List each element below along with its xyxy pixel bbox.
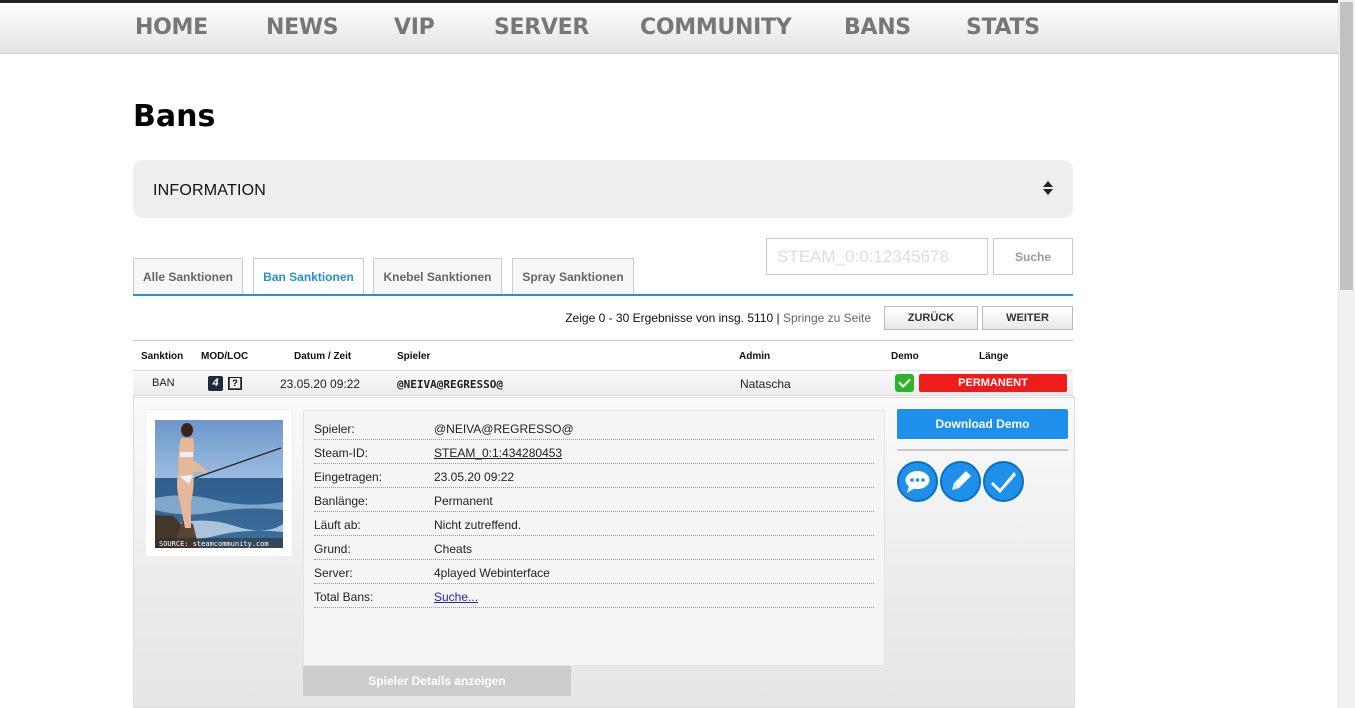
info-key: Total Bans: xyxy=(314,590,374,604)
actions-divider xyxy=(897,449,1068,451)
nav-stats[interactable]: STATS xyxy=(966,15,1040,40)
nav-community[interactable]: COMMUNITY xyxy=(640,15,792,40)
sanction-type: BAN xyxy=(152,377,175,389)
info-key: Steam-ID: xyxy=(314,446,369,460)
info-value: Permanent xyxy=(434,494,493,508)
info-key: Eingetragen: xyxy=(314,470,383,484)
column-sanction: Sanktion xyxy=(141,351,184,362)
steam-id-link[interactable]: STEAM_0:1:434280453 xyxy=(434,446,562,460)
avatar-frame: SOURCE: steamcommunity.com xyxy=(145,409,293,557)
previous-page-button[interactable]: ZURÜCK xyxy=(884,306,978,330)
info-value: 4played Webinterface xyxy=(434,566,550,580)
player-avatar: SOURCE: steamcommunity.com xyxy=(155,420,283,548)
info-key: Grund: xyxy=(314,542,351,556)
nav-home[interactable]: HOME xyxy=(135,15,208,40)
unknown-location-icon: ? xyxy=(228,377,242,390)
ban-length-badge: PERMANENT xyxy=(919,374,1067,392)
top-navigation-bar: HOME NEWS VIP SERVER COMMUNITY BANS STAT… xyxy=(0,0,1338,54)
download-demo-button[interactable]: Download Demo xyxy=(897,409,1068,439)
location-label: ? xyxy=(230,378,240,388)
info-key: Server: xyxy=(314,566,353,580)
column-demo: Demo xyxy=(891,351,919,362)
pagination-info: Zeige 0 - 30 Ergebnisse von insg. 5110 |… xyxy=(565,311,871,325)
information-label: INFORMATION xyxy=(153,182,267,199)
table-row[interactable]: BAN 4 ? 23.05.20 09:22 @NEIVA@REGRESSO@ … xyxy=(133,370,1073,396)
info-key: Läuft ab: xyxy=(314,518,361,532)
info-value: Cheats xyxy=(434,542,473,556)
result-count: Zeige 0 - 30 Ergebnisse von insg. 5110 xyxy=(565,311,774,325)
column-admin: Admin xyxy=(739,351,771,362)
info-row-registered: Eingetragen: 23.05.20 09:22 xyxy=(314,464,874,488)
ban-date: 23.05.20 09:22 xyxy=(280,377,361,391)
column-date-time: Datum / Zeit xyxy=(294,351,352,362)
column-mod-loc: MOD/LOC xyxy=(201,351,249,362)
unban-button[interactable] xyxy=(983,461,1024,502)
tab-all-sanctions[interactable]: Alle Sanktionen xyxy=(133,258,243,295)
info-value: 23.05.20 09:22 xyxy=(434,470,515,484)
nav-vip[interactable]: VIP xyxy=(394,15,435,40)
tab-spray-sanctions[interactable]: Spray Sanktionen xyxy=(512,258,634,295)
column-length: Länge xyxy=(979,351,1009,362)
info-row-total-bans: Total Bans: Suche... xyxy=(314,584,874,608)
edit-icon xyxy=(952,471,971,490)
info-row-player: Spieler: @NEIVA@REGRESSO@ xyxy=(314,416,874,440)
info-value: Nicht zutreffend. xyxy=(434,518,522,532)
pager-separator: | xyxy=(773,311,783,325)
info-key: Spieler: xyxy=(314,422,355,436)
nav-bans[interactable]: BANS xyxy=(844,15,911,40)
total-bans-search-link[interactable]: Suche... xyxy=(434,590,478,604)
comment-button[interactable] xyxy=(897,461,938,502)
steam-id-search-input[interactable] xyxy=(766,238,988,275)
ban-detail-panel: SOURCE: steamcommunity.com Spieler: @NEIV… xyxy=(133,397,1075,708)
search-button[interactable]: Suche xyxy=(993,238,1073,275)
page-scrollbar-thumb[interactable] xyxy=(1340,2,1353,290)
info-row-reason: Grund: Cheats xyxy=(314,536,874,560)
edit-button[interactable] xyxy=(940,461,981,502)
player-name: @NEIVA@REGRESSO@ xyxy=(397,378,503,391)
game-mod-icon: 4 xyxy=(208,376,223,391)
show-player-details-button[interactable]: Spieler Details anzeigen xyxy=(303,666,571,696)
tab-ban-sanctions[interactable]: Ban Sanktionen xyxy=(253,258,364,295)
nav-server[interactable]: SERVER xyxy=(494,15,589,40)
info-key: Banlänge: xyxy=(314,494,369,508)
comment-icon xyxy=(905,471,930,493)
info-row-steam-id: Steam-ID: STEAM_0:1:434280453 xyxy=(314,440,874,464)
info-row-ban-length: Banlänge: Permanent xyxy=(314,488,874,512)
info-value: @NEIVA@REGRESSO@ xyxy=(434,422,574,436)
tab-gag-sanctions[interactable]: Knebel Sanktionen xyxy=(373,258,502,295)
info-row-expires: Läuft ab: Nicht zutreffend. xyxy=(314,512,874,536)
admin-name: Natascha xyxy=(740,377,791,391)
check-icon xyxy=(991,472,1016,493)
avatar-caption: SOURCE: steamcommunity.com xyxy=(159,540,269,548)
sort-toggle-icon xyxy=(1043,181,1053,195)
table-divider xyxy=(133,340,1073,341)
page-title: Bans xyxy=(133,99,216,134)
player-info-panel: Spieler: @NEIVA@REGRESSO@ Steam-ID: STEAM_… xyxy=(303,410,885,666)
jump-to-page-link[interactable]: Springe zu Seite xyxy=(783,311,871,325)
demo-available-check-icon xyxy=(895,374,914,392)
info-row-server: Server: 4played Webinterface xyxy=(314,560,874,584)
column-player: Spieler xyxy=(397,351,431,362)
nav-news[interactable]: NEWS xyxy=(266,15,339,40)
information-accordion[interactable]: INFORMATION xyxy=(133,160,1073,218)
next-page-button[interactable]: WEITER xyxy=(982,306,1073,330)
tab-underline xyxy=(133,294,1073,296)
